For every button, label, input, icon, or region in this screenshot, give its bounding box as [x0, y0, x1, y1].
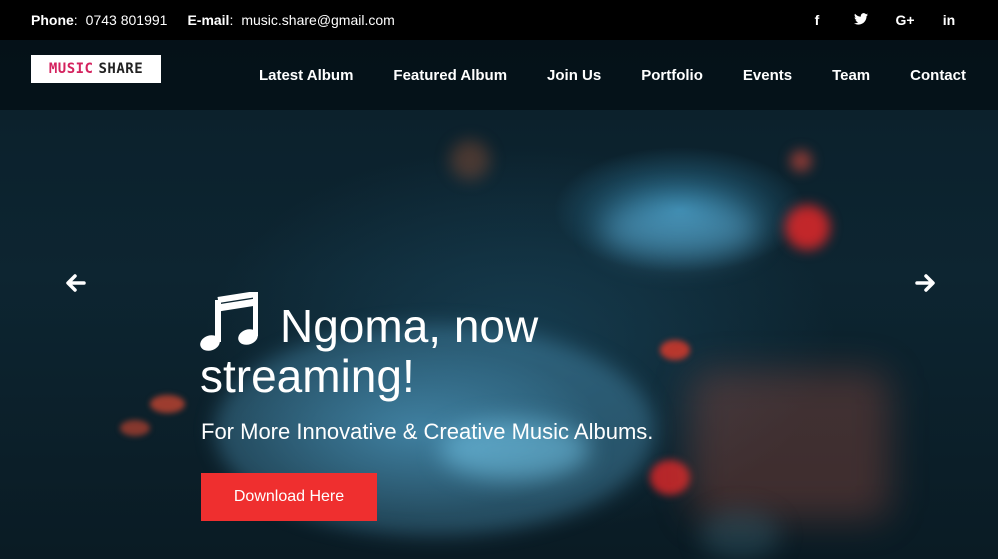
twitter-icon[interactable] — [839, 12, 883, 28]
email-value[interactable]: music.share@gmail.com — [241, 12, 394, 28]
nav-item-featured-album[interactable]: Featured Album — [393, 67, 507, 84]
hero-subtitle: For More Innovative & Creative Music Alb… — [201, 419, 654, 444]
linkedin-icon[interactable]: in — [927, 12, 971, 28]
music-share-logo[interactable]: MUSIC SHARE — [31, 55, 161, 83]
hero-headline: Ngoma, now streaming! — [200, 291, 700, 400]
email-contact: E-mail: music.share@gmail.com — [187, 12, 395, 28]
nav-menu: Latest Album Featured Album Join Us Port… — [259, 40, 966, 110]
main-navbar: MUSIC SHARE Latest Album Featured Album … — [0, 40, 998, 110]
top-contact-bar: Phone: 0743 801991 E-mail: music.share@g… — [0, 0, 998, 40]
music-note-icon — [200, 291, 259, 352]
phone-value[interactable]: 0743 801991 — [86, 12, 168, 28]
facebook-icon[interactable]: f — [795, 12, 839, 28]
download-here-button[interactable]: Download Here — [201, 473, 377, 521]
arrow-right-icon[interactable] — [913, 268, 937, 298]
nav-item-latest-album[interactable]: Latest Album — [259, 67, 353, 84]
email-label: E-mail — [187, 12, 230, 28]
social-links: f G+ in — [795, 0, 998, 40]
nav-item-team[interactable]: Team — [832, 67, 870, 84]
nav-item-contact[interactable]: Contact — [910, 67, 966, 84]
arrow-left-icon[interactable] — [64, 268, 88, 298]
nav-item-events[interactable]: Events — [743, 67, 792, 84]
google-plus-icon[interactable]: G+ — [883, 12, 927, 28]
logo-text-share: SHARE — [98, 61, 144, 77]
nav-item-portfolio[interactable]: Portfolio — [641, 67, 703, 84]
logo-text-music: MUSIC — [48, 61, 94, 77]
phone-contact: Phone: 0743 801991 — [31, 12, 168, 28]
nav-item-join-us[interactable]: Join Us — [547, 67, 601, 84]
phone-label: Phone — [31, 12, 74, 28]
